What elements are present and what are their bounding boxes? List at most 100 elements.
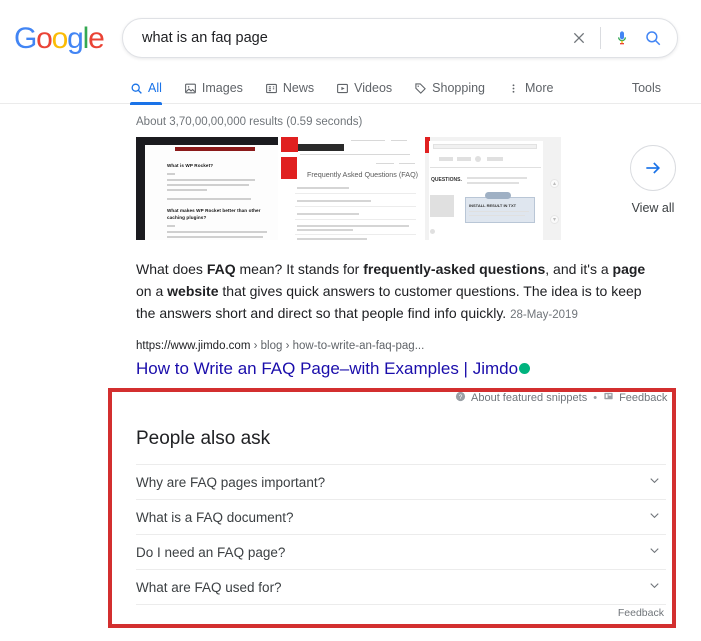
logo-letter-o1: o (36, 22, 53, 55)
tab-all[interactable]: All (130, 72, 162, 105)
url-separator-1: › (253, 340, 261, 353)
search-input[interactable] (123, 30, 564, 46)
tab-videos-label: Videos (354, 81, 393, 95)
thumb3-scroll-up[interactable]: ▴ (550, 179, 559, 188)
tag-icon (414, 82, 427, 95)
snippet-fragment-1: FAQ (206, 261, 236, 277)
snippet-feedback-label: Feedback (619, 392, 668, 404)
logo-letter-e: e (88, 22, 105, 55)
snippet-fragment-6: on a (136, 283, 168, 300)
paa-feedback-link[interactable]: Feedback (136, 605, 666, 619)
search-divider (600, 27, 601, 49)
source-path-2: how-to-write-an-faq-pag... (292, 340, 425, 353)
google-logo[interactable]: Google (14, 22, 105, 55)
tab-shopping[interactable]: Shopping (414, 72, 485, 104)
thumb1-heading-2: What makes WP Rocket better than other c… (167, 208, 261, 220)
question-circle-icon: ? (455, 391, 466, 405)
paa-question-3[interactable]: Do I need an FAQ page? (136, 534, 666, 569)
tab-videos[interactable]: Videos (336, 72, 392, 104)
tab-news[interactable]: News (265, 72, 314, 104)
results-container: About 3,70,00,00,000 results (0.59 secon… (0, 104, 701, 382)
arrow-right-icon[interactable] (630, 145, 676, 191)
paa-question-1-text: Why are FAQ pages important? (136, 474, 326, 490)
thumb3-heading: QUESTIONS. (431, 177, 462, 183)
logo-letter-g2: g (67, 22, 84, 55)
snippet-fragment-0: What does (136, 261, 207, 277)
people-also-ask-section: People also ask Why are FAQ pages import… (136, 428, 666, 619)
search-tabs: All Images News Videos Shopping More (130, 72, 575, 105)
chevron-down-icon[interactable] (647, 473, 666, 491)
snippet-fragment-4: , and it's a (545, 261, 613, 277)
tools-button[interactable]: Tools (632, 72, 661, 104)
search-icon (130, 82, 143, 95)
close-icon[interactable] (564, 18, 594, 58)
source-title-link[interactable]: How to Write an FAQ Page–with Examples |… (136, 356, 531, 382)
page-header: Google (0, 0, 701, 72)
thumb2-navbar (298, 144, 344, 151)
thumb3-box-label: INSTALL RESULT IN TXT (469, 203, 517, 208)
tab-more-label: More (525, 81, 554, 95)
tab-all-label: All (148, 81, 162, 95)
image-carousel: What is WP Rocket? What makes WP Rocket … (136, 137, 701, 242)
tab-more[interactable]: More (507, 72, 553, 104)
about-featured-snippets-label: About featured snippets (471, 392, 588, 404)
google-search-results-page: Google what is an faq page All Images Ne… (0, 0, 701, 641)
snippet-fragment-5: page (612, 261, 646, 277)
featured-snippet-text: What does FAQ mean? It stands for freque… (136, 258, 648, 324)
logo-letter-g1: G (14, 22, 37, 55)
paa-question-1[interactable]: Why are FAQ pages important? (136, 464, 666, 499)
chevron-down-icon[interactable] (647, 543, 666, 561)
search-nav-bar: All Images News Videos Shopping More Too… (0, 72, 701, 105)
paa-question-2[interactable]: What is a FAQ document? (136, 499, 666, 534)
meta-separator: • (593, 392, 598, 404)
view-all-block[interactable]: View all (598, 145, 701, 215)
tab-images-label: Images (201, 81, 243, 95)
source-url[interactable]: https://www.jimdo.com › blog › how-to-wr… (136, 339, 701, 354)
microphone-icon[interactable] (607, 18, 637, 58)
chevron-down-icon[interactable] (647, 578, 666, 596)
paa-question-4[interactable]: What are FAQ used for? (136, 569, 666, 604)
carousel-thumbnail-1[interactable]: What is WP Rocket? What makes WP Rocket … (136, 137, 278, 240)
snippet-fragment-3: frequently-asked questions (363, 261, 546, 277)
search-box[interactable] (122, 18, 678, 58)
people-also-ask-title: People also ask (136, 428, 271, 449)
thumb2-side-bar (281, 157, 297, 179)
image-icon (184, 82, 197, 95)
carousel-thumbnail-2[interactable]: Frequently Asked Questions (FAQ) (281, 137, 422, 240)
logo-letter-o2: o (51, 22, 69, 55)
source-domain: https://www.jimdo.com (136, 340, 251, 353)
thumb2-logo-bar (281, 137, 298, 152)
video-icon (336, 82, 349, 95)
paa-question-4-text: What are FAQ used for? (136, 579, 282, 595)
svg-text:?: ? (459, 394, 463, 401)
paa-question-2-text: What is a FAQ document? (136, 509, 294, 525)
more-vertical-icon (507, 82, 520, 95)
tools-label: Tools (631, 81, 661, 95)
thumb3-scroll-down[interactable]: ▾ (550, 215, 559, 224)
thumb3-url-bar (433, 144, 537, 149)
thumbnail-1-content: What is WP Rocket? What makes WP Rocket … (145, 145, 278, 240)
site-favicon (519, 363, 531, 375)
view-all-label: View all (631, 201, 675, 215)
chevron-down-icon[interactable] (647, 508, 666, 526)
news-icon (265, 82, 278, 95)
search-icon[interactable] (637, 18, 677, 58)
result-stats: About 3,70,00,00,000 results (0.59 secon… (136, 116, 363, 128)
about-featured-snippets-link[interactable]: ? About featured snippets (455, 391, 587, 405)
featured-snippet-source: https://www.jimdo.com › blog › how-to-wr… (136, 339, 701, 381)
snippet-fragment-7: website (167, 283, 219, 300)
tab-images[interactable]: Images (184, 72, 243, 104)
featured-snippet-meta: ? About featured snippets • Feedback (455, 391, 667, 405)
thumbnail-3-content: QUESTIONS. INSTALL RESULT IN TXT ▴ ▾ (425, 137, 561, 240)
snippet-feedback-link[interactable]: Feedback (603, 391, 667, 405)
tab-news-label: News (282, 81, 315, 95)
thumb2-heading: Frequently Asked Questions (FAQ) (307, 170, 419, 179)
paa-question-3-text: Do I need an FAQ page? (136, 544, 286, 560)
carousel-thumbnail-3[interactable]: QUESTIONS. INSTALL RESULT IN TXT ▴ ▾ (425, 137, 561, 240)
tab-shopping-label: Shopping (432, 81, 485, 95)
featured-snippet-date: 28-May-2019 (510, 309, 578, 322)
source-title-text: How to Write an FAQ Page–with Examples |… (136, 359, 519, 379)
feedback-icon (603, 391, 614, 405)
thumbnail-2-content: Frequently Asked Questions (FAQ) (281, 137, 422, 240)
thumb1-heading-1: What is WP Rocket? (167, 163, 214, 168)
